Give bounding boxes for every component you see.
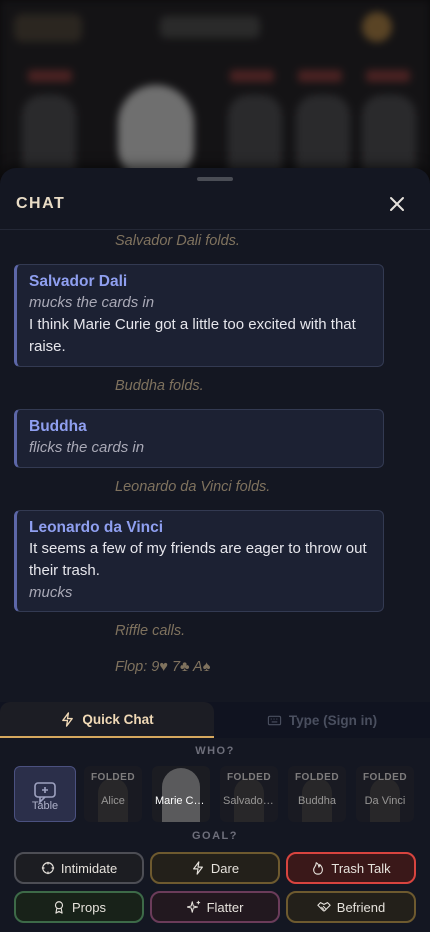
chat-mode-tabs: Quick Chat Type (Sign in) — [0, 702, 430, 738]
message-action: mucks — [29, 584, 73, 601]
goal-label: GOAL? — [192, 830, 238, 842]
target-salvador-dali[interactable]: FOLDED Salvador Dali — [220, 766, 278, 822]
chat-message: Leonardo da Vinci It seems a few of my f… — [14, 510, 384, 612]
message-action: flicks the cards in — [29, 439, 145, 456]
goal-dare-button[interactable]: Dare — [150, 852, 280, 884]
target-alice[interactable]: FOLDED Alice — [84, 766, 142, 822]
chat-header: CHAT — [0, 168, 430, 230]
goal-label-text: Dare — [210, 860, 240, 876]
system-message: Flop: 9♥ 7♣ A♠ — [115, 659, 211, 675]
system-message: Riffle calls. — [115, 623, 186, 639]
target-name: Salvador Dali — [223, 795, 278, 807]
tab-type-sign-in[interactable]: Type (Sign in) — [214, 702, 430, 738]
goal-label-text: Befriend — [336, 899, 386, 915]
target-name: Da Vinci — [364, 795, 406, 807]
goal-label-text: Intimidate — [60, 860, 118, 876]
who-label: WHO? — [195, 745, 235, 757]
app-root: CHAT Salvador Dali folds. Salvador Dali … — [0, 0, 430, 932]
tab-type-label: Type (Sign in) — [288, 712, 378, 728]
chip-icon — [362, 12, 392, 42]
close-icon — [390, 197, 404, 211]
message-author: Leonardo da Vinci — [29, 519, 164, 536]
goal-trash-talk-button[interactable]: Trash Talk — [286, 852, 416, 884]
player-figure-blurred — [22, 95, 76, 175]
player-tag-blurred — [298, 70, 342, 82]
target-da-vinci[interactable]: FOLDED Da Vinci — [356, 766, 414, 822]
chat-message: Salvador Dali mucks the cards in I think… — [14, 264, 384, 367]
goal-label-text: Props — [72, 899, 106, 915]
player-figure-blurred — [228, 95, 282, 175]
goal-befriend-button[interactable]: Befriend — [286, 891, 416, 923]
target-name: Marie Curie — [155, 795, 210, 807]
sparkles-icon — [186, 900, 200, 913]
target-name: Alice — [101, 795, 125, 807]
close-button[interactable] — [385, 192, 409, 216]
goal-intimidate-button[interactable]: Intimidate — [14, 852, 144, 884]
player-tag-blurred — [230, 70, 274, 82]
system-message: Salvador Dali folds. — [115, 233, 240, 249]
chat-title: CHAT — [16, 195, 66, 212]
back-button-blurred — [14, 14, 82, 42]
player-tag-blurred — [28, 70, 72, 82]
target-table[interactable]: Table — [14, 766, 76, 822]
target-list: Table FOLDED Alice Marie Curie FOLDED Sa… — [14, 766, 430, 824]
folded-badge: FOLDED — [226, 772, 272, 783]
lightning-icon — [192, 861, 203, 875]
system-message: Buddha folds. — [115, 378, 204, 394]
message-text: It seems a few of my friends are eager t… — [29, 540, 367, 579]
message-author: Salvador Dali — [29, 273, 128, 290]
target-marie-curie[interactable]: Marie Curie — [152, 766, 210, 822]
system-message: Leonardo da Vinci folds. — [115, 479, 271, 495]
folded-badge: FOLDED — [294, 772, 340, 783]
folded-badge: FOLDED — [90, 772, 136, 783]
lightning-icon — [62, 711, 74, 727]
folded-badge: FOLDED — [362, 772, 408, 783]
game-title-blurred — [160, 16, 260, 38]
keyboard-icon — [267, 715, 282, 725]
player-figure-blurred — [362, 95, 416, 175]
goal-props-button[interactable]: Props — [14, 891, 144, 923]
target-name: Buddha — [298, 795, 336, 807]
goal-label-text: Trash Talk — [331, 860, 391, 876]
message-list[interactable]: Salvador Dali folds. Salvador Dali mucks… — [0, 230, 430, 702]
tab-quick-chat-label: Quick Chat — [82, 711, 154, 727]
handshake-icon — [317, 902, 331, 912]
chat-message: Buddha flicks the cards in — [14, 409, 384, 468]
message-action: mucks the cards in — [29, 294, 155, 311]
player-figure-blurred — [296, 95, 350, 175]
player-tag-blurred — [366, 70, 410, 82]
flame-icon — [313, 862, 324, 875]
award-icon — [54, 901, 64, 914]
message-author: Buddha — [29, 418, 87, 435]
target-name: Table — [31, 800, 59, 812]
target-icon — [41, 861, 54, 875]
tab-quick-chat[interactable]: Quick Chat — [0, 702, 214, 738]
chat-sheet: CHAT Salvador Dali folds. Salvador Dali … — [0, 168, 430, 932]
goal-label-text: Flatter — [206, 899, 244, 915]
message-text: I think Marie Curie got a little too exc… — [29, 316, 356, 355]
target-buddha[interactable]: FOLDED Buddha — [288, 766, 346, 822]
goal-flatter-button[interactable]: Flatter — [150, 891, 280, 923]
